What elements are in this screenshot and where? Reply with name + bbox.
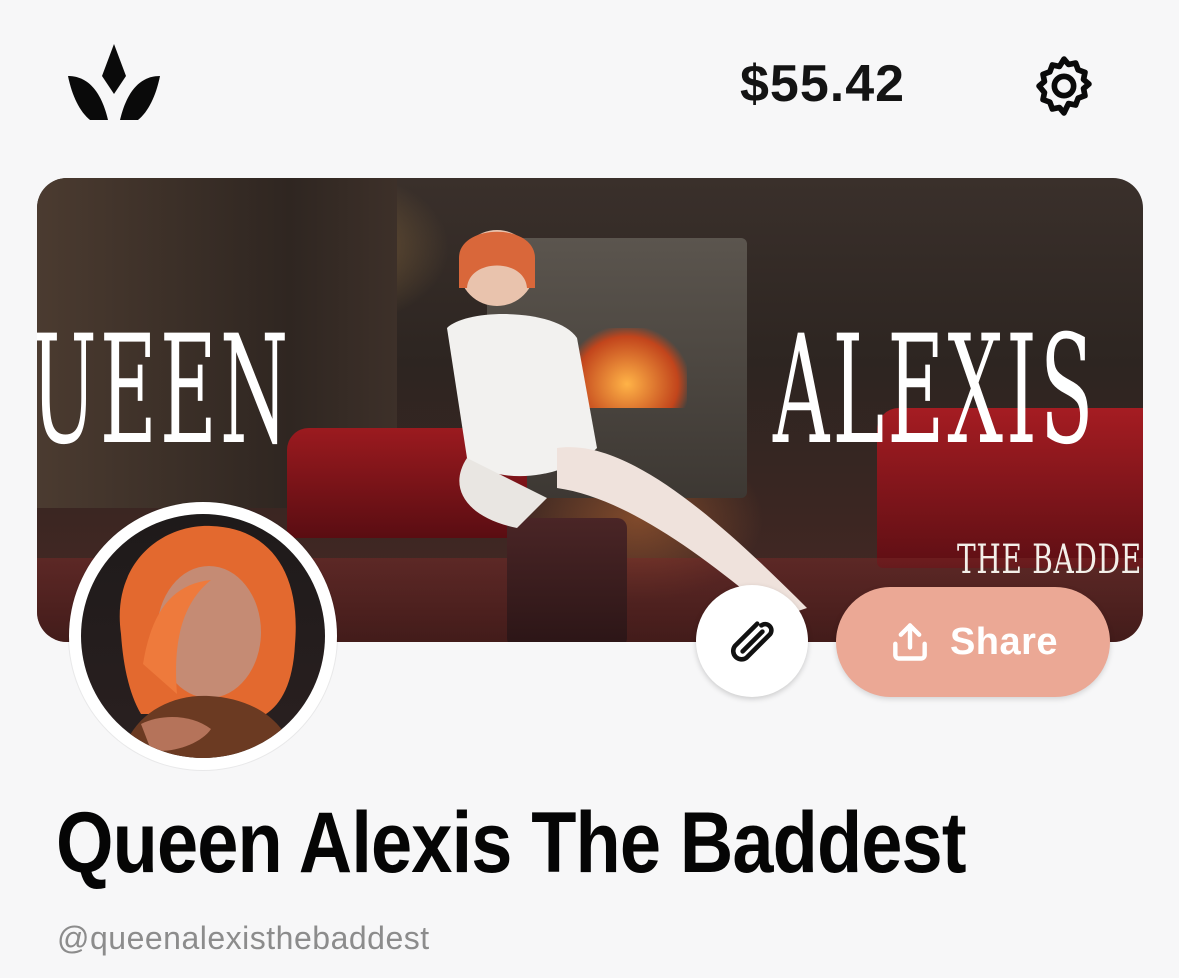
avatar-photo: [81, 514, 325, 758]
edit-button[interactable]: [696, 585, 808, 697]
brand-logo-icon[interactable]: [66, 42, 162, 122]
profile-handle: @queenalexisthebaddest: [57, 920, 430, 956]
wallet-balance[interactable]: $55.42: [740, 54, 905, 114]
share-button[interactable]: Share: [836, 587, 1110, 697]
banner-text-subtitle: THE BADDE: [957, 537, 1142, 583]
paperclip-icon: [730, 621, 774, 662]
banner-text-right: ALEXIS: [773, 304, 1097, 478]
profile-avatar[interactable]: [69, 502, 337, 770]
share-button-label: Share: [949, 620, 1059, 663]
share-upload-icon: [893, 623, 927, 661]
banner-text-left: UEEN: [37, 304, 292, 478]
gear-icon[interactable]: [1030, 52, 1098, 120]
profile-display-name: Queen Alexis The Baddest: [56, 795, 966, 891]
